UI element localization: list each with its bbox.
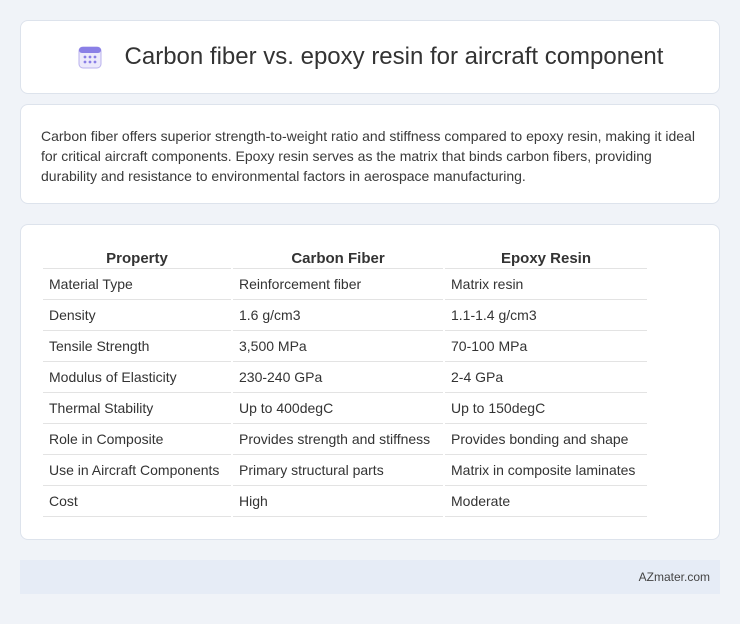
table-row: Density 1.6 g/cm3 1.1-1.4 g/cm3 [43, 300, 647, 331]
epoxy-resin-cell: Moderate [445, 486, 647, 517]
column-header-property: Property [43, 243, 231, 269]
table-row: Tensile Strength 3,500 MPa 70-100 MPa [43, 331, 647, 362]
description-text: Carbon fiber offers superior strength-to… [41, 128, 695, 184]
property-cell: Thermal Stability [43, 393, 231, 424]
epoxy-resin-cell: Provides bonding and shape [445, 424, 647, 455]
epoxy-resin-cell: Matrix in composite laminates [445, 455, 647, 486]
property-cell: Role in Composite [43, 424, 231, 455]
epoxy-resin-cell: Up to 150degC [445, 393, 647, 424]
epoxy-resin-cell: 2-4 GPa [445, 362, 647, 393]
property-cell: Use in Aircraft Components [43, 455, 231, 486]
table-row: Role in Composite Provides strength and … [43, 424, 647, 455]
table-row: Material Type Reinforcement fiber Matrix… [43, 269, 647, 300]
footer-site-label: AZmater.com [638, 570, 710, 584]
property-cell: Density [43, 300, 231, 331]
carbon-fiber-cell: 3,500 MPa [233, 331, 443, 362]
property-cell: Tensile Strength [43, 331, 231, 362]
footer-bar: AZmater.com [20, 560, 720, 594]
column-header-carbon-fiber: Carbon Fiber [233, 243, 443, 269]
carbon-fiber-cell: Provides strength and stiffness [233, 424, 443, 455]
carbon-fiber-cell: 1.6 g/cm3 [233, 300, 443, 331]
carbon-fiber-cell: 230-240 GPa [233, 362, 443, 393]
property-cell: Material Type [43, 269, 231, 300]
carbon-fiber-cell: Reinforcement fiber [233, 269, 443, 300]
table-row: Cost High Moderate [43, 486, 647, 517]
comparison-table: Property Carbon Fiber Epoxy Resin Materi… [41, 243, 649, 517]
page-title: Carbon fiber vs. epoxy resin for aircraf… [124, 43, 664, 70]
property-cell: Cost [43, 486, 231, 517]
epoxy-resin-cell: 70-100 MPa [445, 331, 647, 362]
comparison-table-card: Property Carbon Fiber Epoxy Resin Materi… [20, 224, 720, 540]
table-header-row: Property Carbon Fiber Epoxy Resin [43, 243, 647, 269]
column-header-epoxy-resin: Epoxy Resin [445, 243, 647, 269]
epoxy-resin-cell: Matrix resin [445, 269, 647, 300]
calendar-icon [77, 44, 103, 70]
property-cell: Modulus of Elasticity [43, 362, 231, 393]
title-card: Carbon fiber vs. epoxy resin for aircraf… [20, 20, 720, 94]
epoxy-resin-cell: 1.1-1.4 g/cm3 [445, 300, 647, 331]
carbon-fiber-cell: Primary structural parts [233, 455, 443, 486]
table-row: Use in Aircraft Components Primary struc… [43, 455, 647, 486]
table-row: Thermal Stability Up to 400degC Up to 15… [43, 393, 647, 424]
carbon-fiber-cell: Up to 400degC [233, 393, 443, 424]
description-card: Carbon fiber offers superior strength-to… [20, 104, 720, 204]
table-row: Modulus of Elasticity 230-240 GPa 2-4 GP… [43, 362, 647, 393]
carbon-fiber-cell: High [233, 486, 443, 517]
